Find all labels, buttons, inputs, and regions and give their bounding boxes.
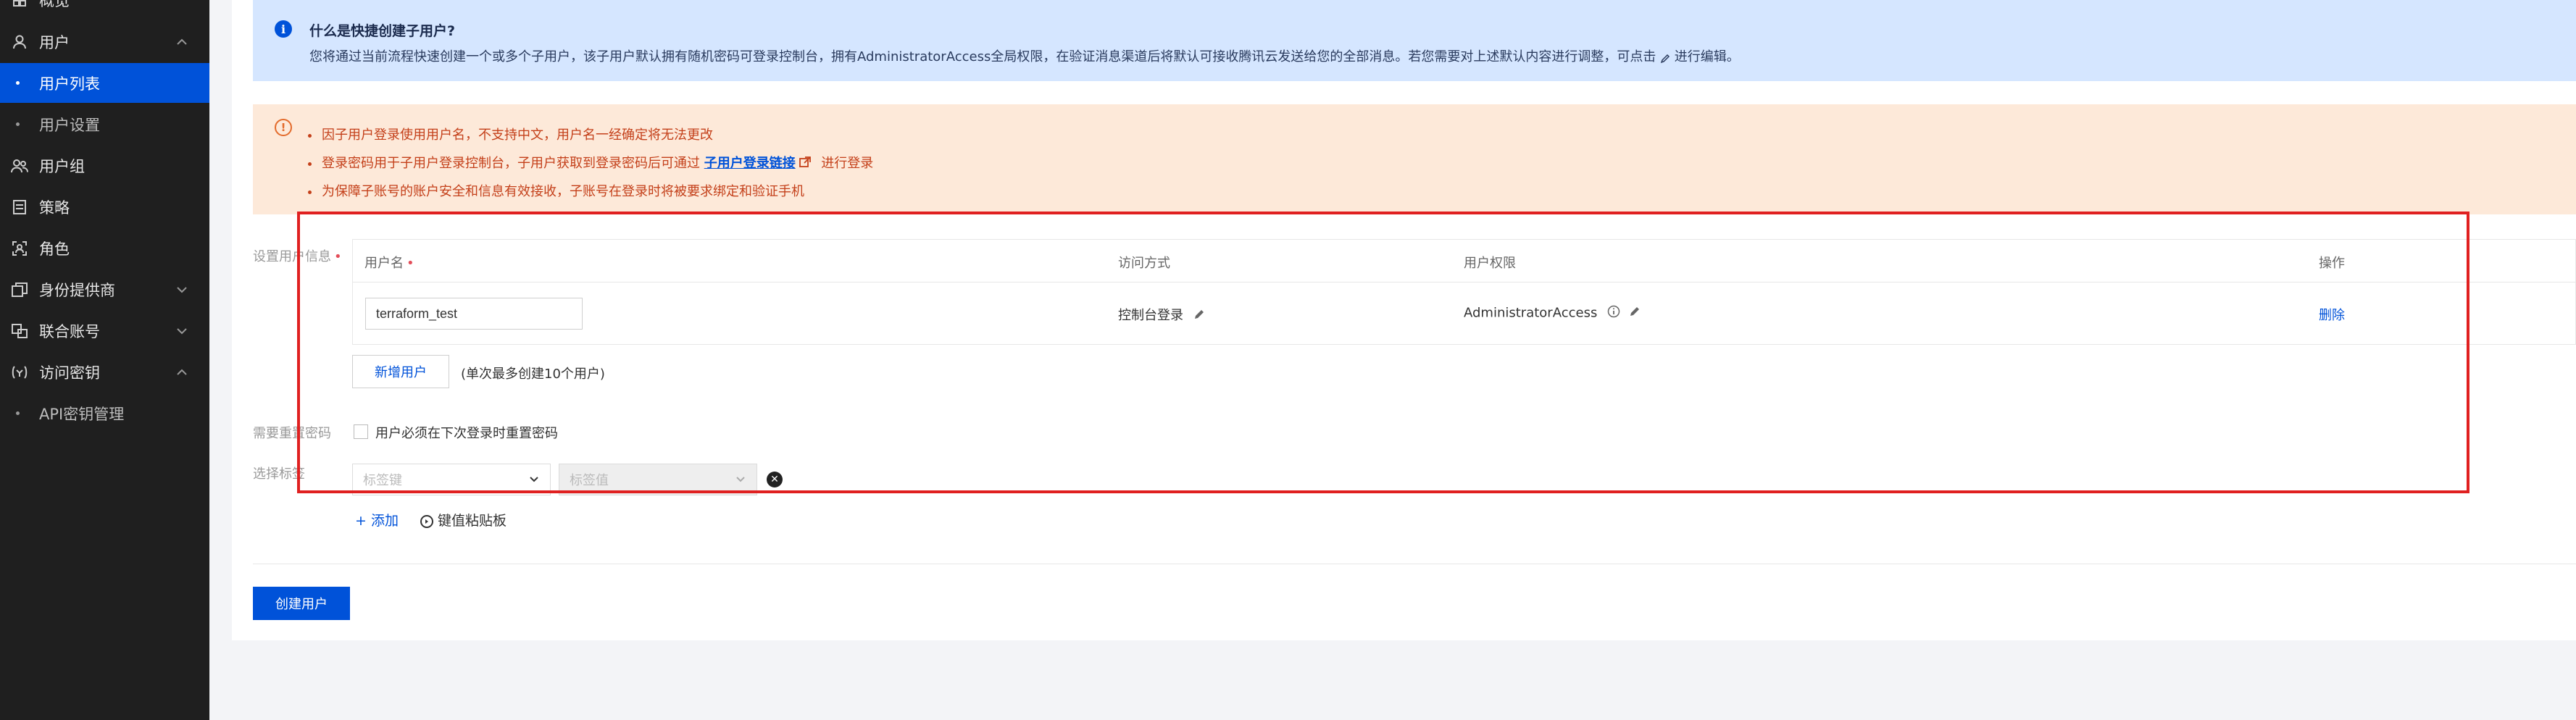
info-circle-icon[interactable] (1607, 305, 1620, 322)
federated-account-icon (10, 322, 29, 340)
sidebar-item-label: 用户 (39, 33, 70, 51)
sidebar-item-label: 用户组 (39, 157, 85, 175)
user-info-label: 设置用户信息 • (253, 246, 342, 265)
chevron-down-icon (528, 473, 540, 485)
chevron-up-icon (176, 365, 188, 379)
policy-icon (10, 198, 29, 217)
required-mark: • (407, 256, 414, 271)
bullet-icon (16, 81, 20, 85)
sidebar-item-label: 用户设置 (39, 116, 100, 134)
info-description: 您将通过当前流程快速创建一个或多个子用户，该子用户默认拥有随机密码可登录控制台，… (309, 46, 1740, 65)
add-tag-button[interactable]: + 添加 (355, 510, 399, 529)
subuser-login-link[interactable]: 子用户登录链接 (704, 156, 796, 171)
column-header-access: 访问方式 (1118, 256, 1170, 271)
info-desc-text-end: 进行编辑。 (1674, 49, 1740, 64)
required-mark: • (334, 249, 342, 264)
access-method: 控制台登录 (1118, 305, 1205, 324)
header-text: 用户名 (364, 256, 404, 271)
user-icon (10, 33, 29, 51)
chevron-up-icon (176, 35, 188, 49)
sidebar-item-role[interactable]: 角色 (0, 228, 209, 268)
bullet-icon (308, 162, 312, 166)
warning-line: 登录密码用于子用户登录控制台，子用户获取到登录密码后可通过 子用户登录链接 进行… (308, 153, 873, 172)
tag-value-select[interactable]: 标签值 (559, 464, 757, 495)
sidebar-item-label: 访问密钥 (39, 364, 100, 382)
tag-key-select[interactable]: 标签键 (352, 464, 551, 495)
info-banner: i 什么是快捷创建子用户? 您将通过当前流程快速创建一个或多个子用户，该子用户默… (253, 0, 2576, 81)
warning-text: 进行登录 (821, 156, 874, 171)
identity-provider-icon (10, 280, 29, 299)
tags-label: 选择标签 (253, 466, 305, 482)
sidebar-item-federated-account[interactable]: 联合账号 (0, 311, 209, 351)
tag-key-placeholder: 标签键 (363, 473, 402, 488)
warning-line: 因子用户登录使用用户名，不支持中文，用户名一经确定将无法更改 (308, 125, 713, 143)
sidebar-item-label: 用户列表 (39, 75, 100, 93)
column-header-action: 操作 (2319, 256, 2345, 271)
user-group-icon (10, 156, 29, 175)
warning-text: 为保障子账号的账户安全和信息有效接收，子账号在登录时将被要求绑定和验证手机 (322, 184, 804, 199)
bullet-icon (16, 411, 20, 415)
user-permission: AdministratorAccess (1464, 305, 1641, 322)
reset-password-checkbox-label[interactable]: 用户必须在下次登录时重置密码 (375, 423, 558, 442)
reset-password-checkbox[interactable] (354, 424, 368, 439)
sidebar-item-label: 角色 (39, 240, 70, 258)
sidebar-item-label: 概览 (39, 0, 70, 9)
create-user-button[interactable]: 创建用户 (253, 587, 350, 620)
overview-icon (10, 0, 29, 9)
sidebar-item-label: 联合账号 (39, 322, 100, 340)
edit-icon[interactable] (1193, 309, 1205, 324)
paste-tags-button[interactable]: 键值粘贴板 (420, 510, 507, 529)
edit-icon[interactable] (1629, 306, 1641, 321)
play-circle-icon (420, 514, 433, 528)
chevron-down-icon (176, 324, 188, 338)
sidebar-item-api-key-management[interactable]: API密钥管理 (0, 393, 209, 433)
sidebar-item-label: 策略 (39, 198, 70, 217)
warning-banner: ! 因子用户登录使用用户名，不支持中文，用户名一经确定将无法更改 登录密码用于子… (253, 104, 2576, 214)
sidebar-item-user-group[interactable]: 用户组 (0, 146, 209, 185)
sidebar-item-access-key[interactable]: 访问密钥 (0, 352, 209, 392)
info-title: 什么是快捷创建子用户? (309, 23, 456, 39)
role-icon (10, 239, 29, 258)
paste-tags-text: 键值粘贴板 (438, 513, 507, 529)
delete-row-link[interactable]: 删除 (2319, 305, 2345, 324)
sidebar-item-policy[interactable]: 策略 (0, 187, 209, 227)
bullet-icon (308, 190, 312, 194)
warning-line: 为保障子账号的账户安全和信息有效接收，子账号在登录时将被要求绑定和验证手机 (308, 181, 804, 200)
add-user-button[interactable]: 新增用户 (352, 355, 449, 388)
chevron-down-icon (176, 282, 188, 296)
username-input[interactable] (365, 298, 583, 330)
access-text: 控制台登录 (1118, 308, 1183, 323)
external-link-icon[interactable] (799, 156, 812, 172)
tag-value-placeholder: 标签值 (570, 473, 609, 488)
edit-icon[interactable] (1660, 52, 1670, 64)
warning-text: 登录密码用于子用户登录控制台，子用户获取到登录密码后可通过 (322, 156, 700, 171)
sidebar-item-overview[interactable]: 概览 (0, 0, 209, 20)
user-table: 用户名• 访问方式 用户权限 操作 控制台登录 AdministratorAcc… (352, 239, 2576, 345)
label-text: 设置用户信息 (253, 249, 331, 264)
sidebar-item-user[interactable]: 用户 (0, 22, 209, 62)
sidebar-item-label: 身份提供商 (39, 281, 115, 299)
access-key-icon (10, 363, 29, 382)
plus-icon: + (355, 513, 367, 529)
remove-tag-icon[interactable]: ✕ (767, 472, 783, 487)
chevron-down-icon (735, 473, 746, 485)
column-header-permission: 用户权限 (1464, 256, 1516, 271)
add-tag-text: 添加 (370, 513, 399, 529)
bullet-icon (308, 133, 312, 138)
sidebar-item-user-list[interactable]: 用户列表 (0, 63, 209, 103)
permission-text: AdministratorAccess (1464, 305, 1598, 321)
warning-text: 因子用户登录使用用户名，不支持中文，用户名一经确定将无法更改 (322, 127, 713, 143)
sidebar-item-identity-provider[interactable]: 身份提供商 (0, 269, 209, 309)
sidebar: 概览 用户 用户列表 用户设置 用户组 策略 角色 身份提供商 联合账号 访问密… (0, 0, 209, 720)
info-desc-text: 您将通过当前流程快速创建一个或多个子用户，该子用户默认拥有随机密码可登录控制台，… (309, 49, 1656, 64)
column-header-username: 用户名 • (364, 253, 414, 272)
bullet-icon (16, 122, 20, 126)
warning-icon: ! (275, 119, 292, 136)
info-icon: i (275, 20, 292, 38)
sidebar-item-user-settings[interactable]: 用户设置 (0, 104, 209, 144)
reset-password-label: 需要重置密码 (253, 426, 331, 441)
sidebar-item-label: API密钥管理 (39, 405, 125, 423)
add-user-hint: (单次最多创建10个用户) (461, 367, 605, 382)
